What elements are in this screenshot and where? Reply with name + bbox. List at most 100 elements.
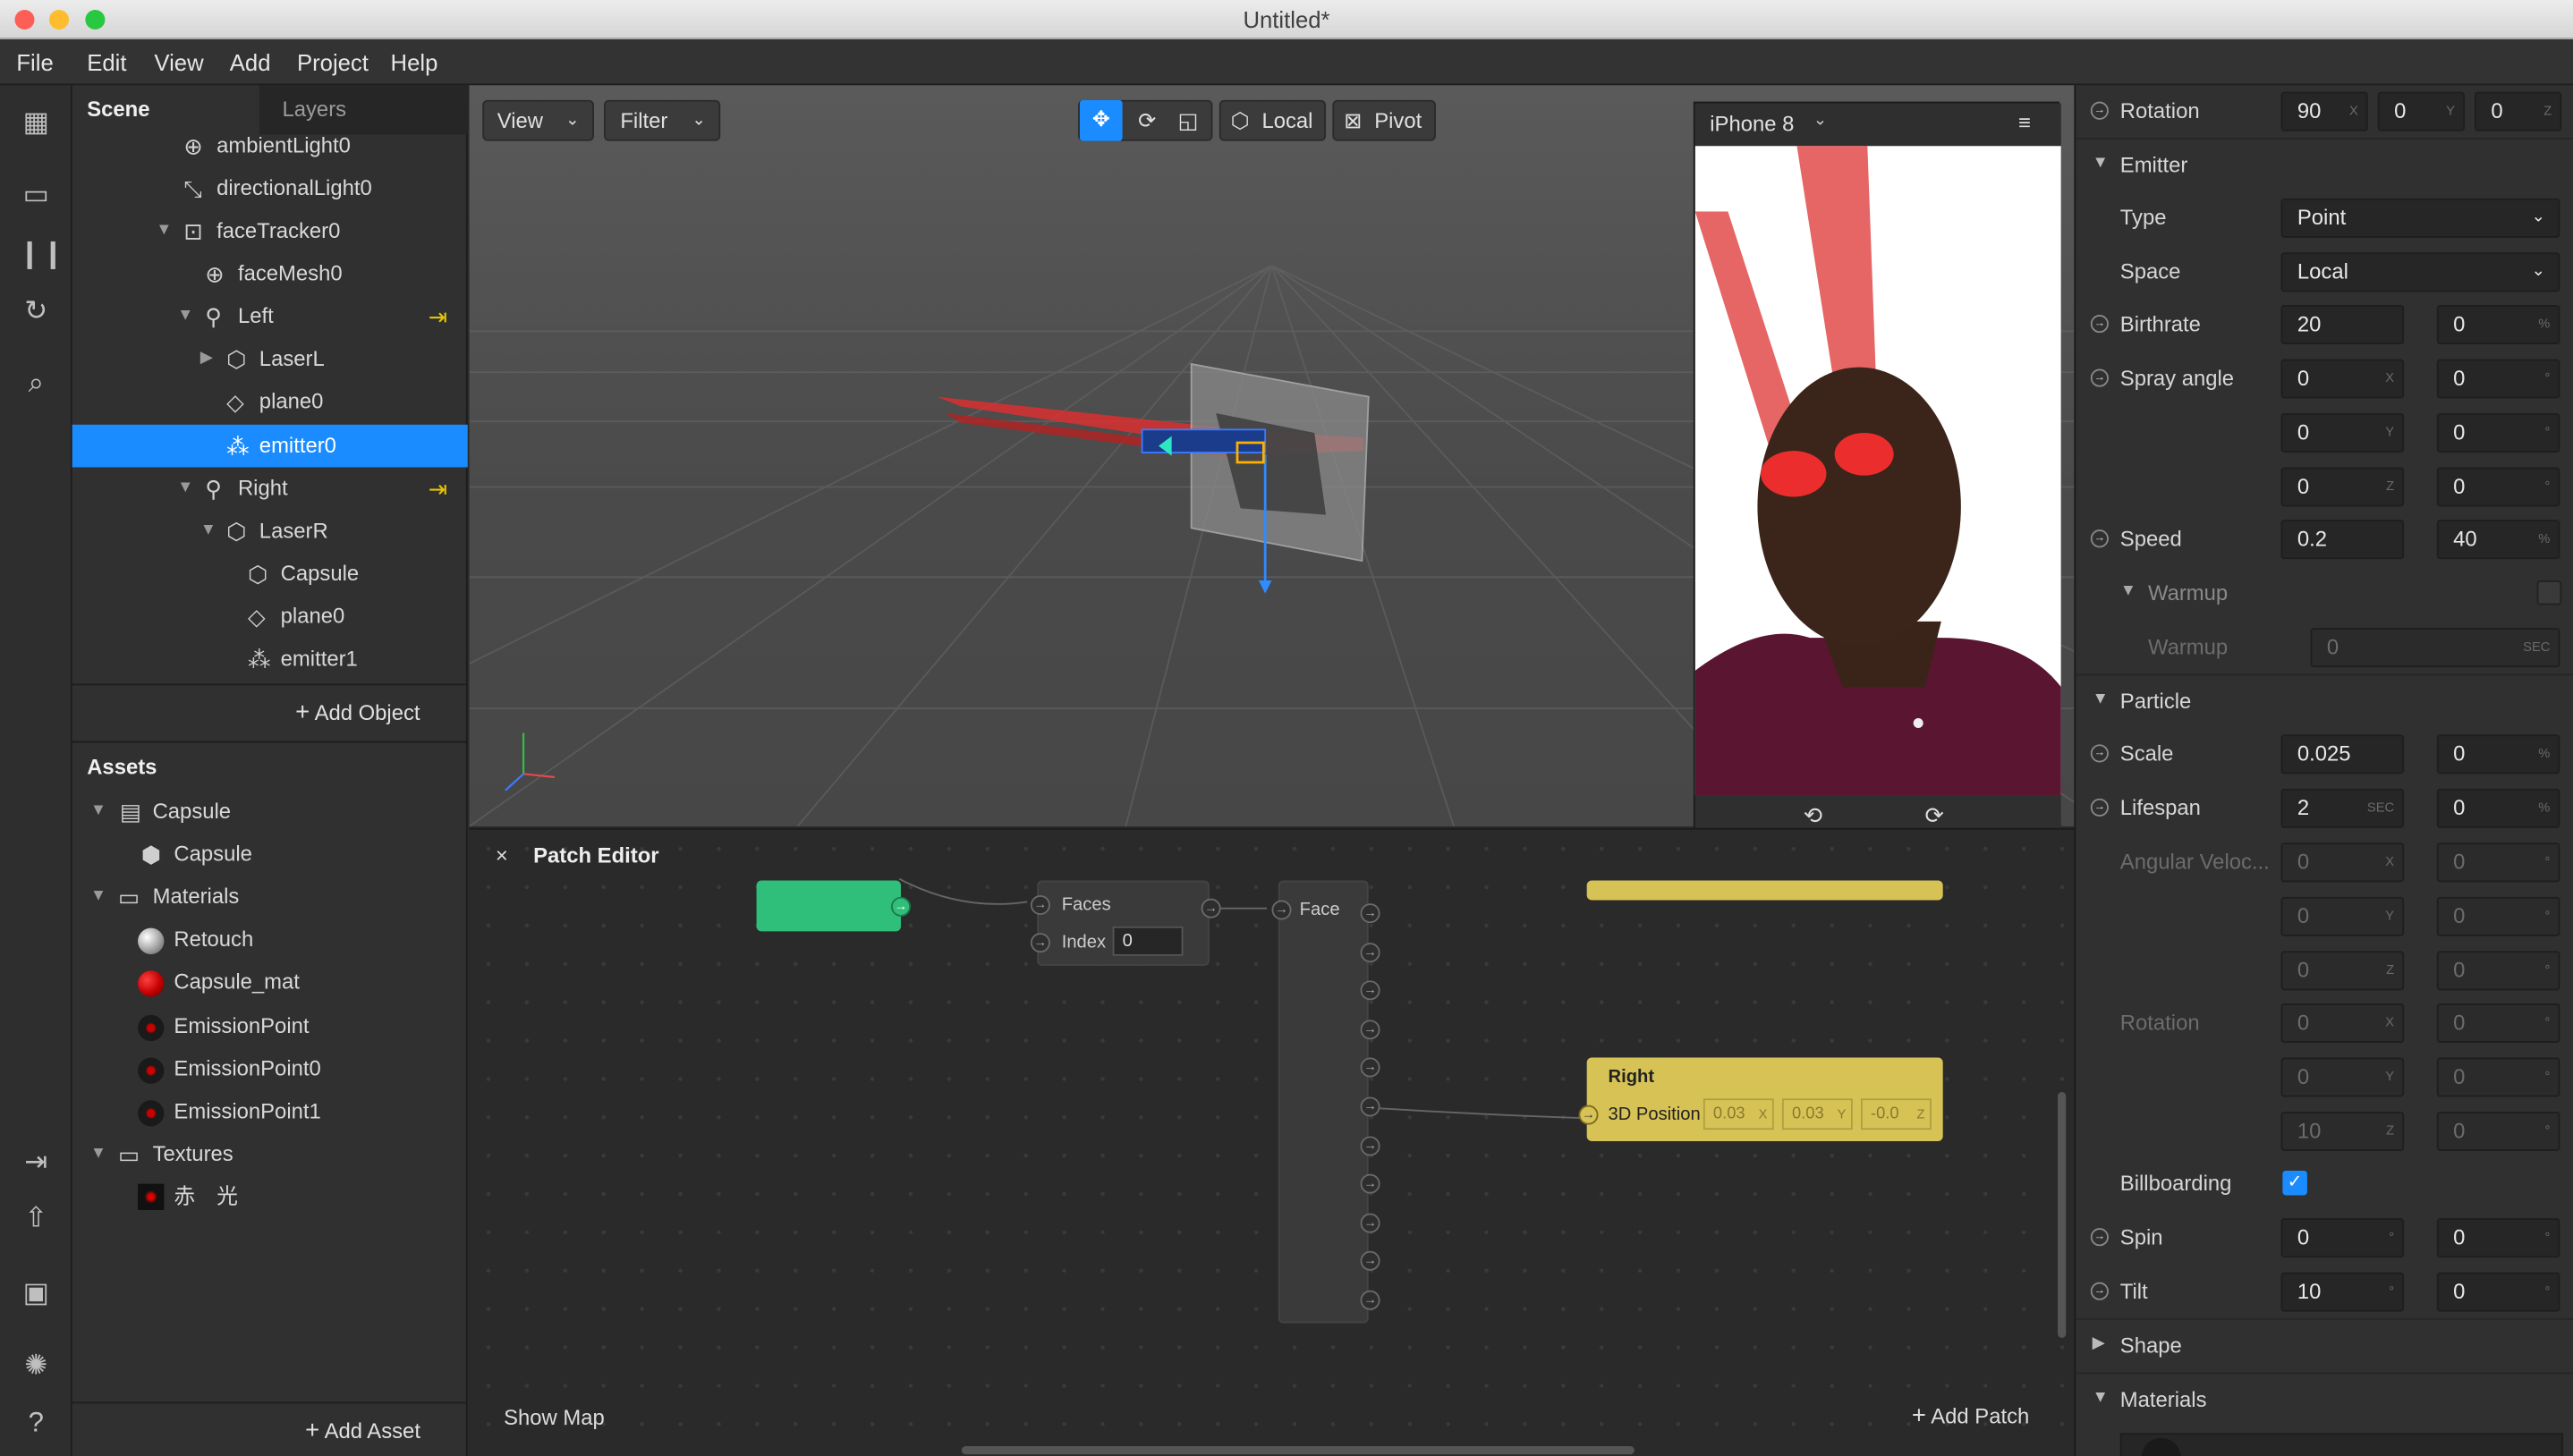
menu-file[interactable]: File (16, 49, 53, 75)
scene-item[interactable]: ◇ plane0 (72, 380, 468, 423)
chevron-down-icon[interactable]: ▼ (156, 210, 172, 253)
local-toggle[interactable]: ⬡ Local (1219, 99, 1327, 141)
type-dropdown[interactable]: Point ⌄ (2280, 198, 2560, 238)
hamburger-menu-icon[interactable]: ≡ (2018, 110, 2031, 134)
z-value-field[interactable]: -0.0 Z (1860, 1098, 1932, 1130)
flip-camera-icon[interactable]: ⟲ (1804, 801, 1823, 829)
particle-rotation-z-input[interactable]: 10 Z (2280, 1111, 2405, 1151)
x-value-field[interactable]: 0.03 X (1703, 1098, 1774, 1130)
spray-angle-x-input[interactable]: 0X (2280, 359, 2405, 399)
spin-variation-input[interactable]: 0 ° (2436, 1218, 2560, 1258)
scene-item[interactable]: ▼ ⚲ Right ⇥ (72, 467, 468, 510)
shape-section-header[interactable]: ▶ Shape (2076, 1317, 2573, 1371)
scene-item[interactable]: ⁂ emitter1 (72, 638, 468, 681)
binding-arrow-icon[interactable]: ⇥ (429, 295, 448, 338)
particle-rotation-y-variation-input[interactable]: 0 ° (2436, 1057, 2560, 1097)
tilt-variation-input[interactable]: 0 ° (2436, 1272, 2560, 1312)
angular-velocity-y-input[interactable]: 0Y (2280, 896, 2405, 936)
output-port[interactable]: → (1360, 903, 1380, 924)
add-asset-button[interactable]: + Add Asset (305, 1417, 420, 1444)
scale-tool-icon[interactable]: ◱ (1170, 102, 1206, 140)
particle-rotation-z-variation-input[interactable]: 0 ° (2436, 1111, 2560, 1151)
output-port[interactable]: → (1201, 898, 1221, 918)
scene-item[interactable]: ⊕ ambientLight0 (72, 124, 468, 167)
scale-input[interactable]: 0.025 (2280, 734, 2405, 775)
menu-view[interactable]: View (154, 49, 203, 75)
asset-item[interactable]: EmissionPoint (72, 1005, 468, 1048)
right-position-node[interactable]: Right → 3D Position 0.03 X 0.03 Y -0.0 Z (1578, 1057, 1943, 1141)
birthrate-variation-input[interactable]: 0% (2436, 304, 2560, 344)
index-input[interactable]: 0 (1112, 926, 1184, 956)
warmup-checkbox[interactable] (2536, 580, 2562, 605)
chevron-down-icon[interactable]: ▼ (2120, 582, 2136, 600)
chevron-down-icon[interactable]: ▼ (200, 510, 217, 553)
asset-item[interactable]: ▼ ▭ Textures (72, 1133, 468, 1176)
scene-item[interactable]: ▼ ⬡ LaserR (72, 510, 468, 553)
rotate-tool-icon[interactable]: ⟳ (1129, 102, 1165, 140)
input-port[interactable]: → (1578, 1105, 1599, 1125)
angular-velocity-y-variation-input[interactable]: 0 ° (2436, 896, 2560, 936)
menu-edit[interactable]: Edit (87, 49, 126, 75)
rotation-z-input[interactable]: 0Z (2474, 91, 2562, 131)
show-map-button[interactable]: Show Map (504, 1405, 605, 1429)
bug-icon[interactable]: ✺ (18, 1348, 54, 1384)
layout-icon[interactable]: ▦ (18, 105, 54, 140)
scene-item[interactable]: ▼ ⊡ faceTracker0 (72, 210, 468, 253)
spray-angle-z-input[interactable]: 0Z (2280, 467, 2405, 507)
green-patch-node[interactable] (756, 880, 901, 932)
spray-angle-y-input[interactable]: 0Y (2280, 412, 2405, 453)
add-patch-button[interactable]: + Add Patch (1912, 1401, 2029, 1429)
asset-item[interactable]: EmissionPoint1 (72, 1090, 468, 1133)
asset-item[interactable]: ▼ ▭ Materials (72, 876, 468, 918)
keyframe-arrow-icon[interactable]: → (2090, 529, 2109, 548)
horizontal-scrollbar[interactable] (961, 1445, 1635, 1455)
warmup-input[interactable]: 0 SEC (2310, 628, 2560, 668)
angular-velocity-x-input[interactable]: 0X (2280, 842, 2405, 883)
output-port[interactable]: → (1360, 1250, 1380, 1271)
chevron-down-icon[interactable]: ▼ (177, 467, 193, 510)
chevron-down-icon[interactable]: ▼ (90, 791, 106, 834)
speed-input[interactable]: 0.2 (2280, 520, 2405, 560)
chevron-down-icon[interactable]: ▼ (90, 1133, 106, 1176)
asset-item[interactable]: Retouch (72, 918, 468, 961)
keyframe-arrow-icon[interactable]: → (2090, 1228, 2109, 1247)
output-port[interactable]: → (1360, 980, 1380, 1001)
output-port[interactable]: → (1360, 943, 1380, 963)
particle-rotation-x-variation-input[interactable]: 0 ° (2436, 1003, 2560, 1043)
angular-velocity-z-input[interactable]: 0Z (2280, 951, 2405, 991)
rotation-x-input[interactable]: 90 X (2280, 91, 2368, 131)
particle-rotation-y-input[interactable]: 0Y (2280, 1057, 2405, 1097)
rotation-y-input[interactable]: 0Y (2377, 91, 2465, 131)
chevron-down-icon[interactable]: ⌄ (1813, 112, 1827, 130)
pivot-toggle[interactable]: ⊠ Pivot (1332, 99, 1436, 141)
angular-velocity-x-variation-input[interactable]: 0 ° (2436, 842, 2560, 883)
scene-item[interactable]: ⤡ directionalLight0 (72, 167, 468, 210)
output-port[interactable]: → (1360, 1020, 1380, 1040)
keyframe-arrow-icon[interactable]: → (2090, 101, 2109, 120)
refresh-icon[interactable]: ↻ (18, 293, 54, 329)
particle-section-header[interactable]: ▼ Particle (2076, 673, 2573, 726)
material-slot[interactable] (2119, 1433, 2564, 1456)
binding-arrow-icon[interactable]: ⇥ (429, 467, 448, 510)
lifespan-input[interactable]: 2 SEC (2280, 788, 2405, 828)
tilt-input[interactable]: 10 ° (2280, 1272, 2405, 1312)
output-port[interactable]: → (1360, 1290, 1380, 1310)
chevron-right-icon[interactable]: ▶ (200, 338, 213, 381)
keyframe-arrow-icon[interactable]: → (2090, 798, 2109, 817)
scene-item[interactable]: ⬡ Capsule (72, 553, 468, 596)
help-icon[interactable]: ? (18, 1405, 54, 1441)
spray-angle-y-variation-input[interactable]: 0 ° (2436, 412, 2560, 453)
export-icon[interactable]: ⇧ (18, 1200, 54, 1236)
spin-input[interactable]: 0 ° (2280, 1218, 2405, 1258)
keyframe-arrow-icon[interactable]: → (2090, 368, 2109, 387)
rotate-device-icon[interactable]: ⟳ (1925, 801, 1945, 829)
scale-variation-input[interactable]: 0% (2436, 734, 2560, 775)
asset-item[interactable]: Capsule_mat (72, 961, 468, 1003)
face-unpack-node[interactable]: → Face → → → → → → → → → → → (1271, 880, 1380, 1324)
left-position-node[interactable] (1586, 880, 1943, 901)
output-port[interactable]: → (1360, 1136, 1380, 1156)
minimize-window-button[interactable] (49, 9, 70, 30)
scene-item-selected[interactable]: ⁂ emitter0 (72, 424, 468, 468)
menu-project[interactable]: Project (297, 49, 369, 75)
asset-item[interactable]: 赤 光 (72, 1175, 468, 1218)
